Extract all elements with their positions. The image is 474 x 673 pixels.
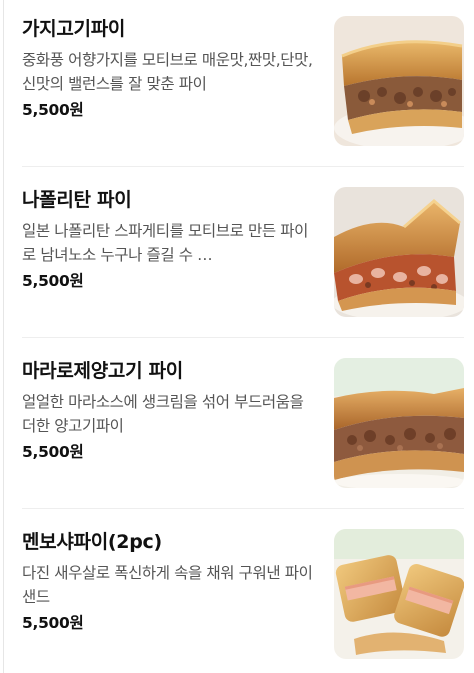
menu-item[interactable]: 가지고기파이 중화풍 어향가지를 모티브로 매운맛,짠맛,단맛,신맛의 밸런스를… — [22, 16, 474, 146]
menu-item-photo[interactable] — [334, 358, 464, 488]
menu-item-price: 5,500원 — [22, 272, 84, 290]
menu-item-info: 마라로제양고기 파이 얼얼한 마라소스에 생크림을 섞어 부드러움을 더한 양고… — [22, 358, 318, 464]
menu-item-price: 5,500원 — [22, 443, 84, 461]
menu-item-name: 멘보샤파이(2pc) — [22, 531, 162, 553]
menu-item-name: 가지고기파이 — [22, 18, 126, 40]
menu-item[interactable]: 마라로제양고기 파이 얼얼한 마라소스에 생크림을 섞어 부드러움을 더한 양고… — [22, 358, 474, 488]
item-divider — [22, 508, 464, 509]
menu-item-photo[interactable] — [334, 187, 464, 317]
menu-item[interactable]: 나폴리탄 파이 일본 나폴리탄 스파게티를 모티브로 만든 파이로 남녀노소 누… — [22, 187, 474, 317]
menu-item-description: 일본 나폴리탄 스파게티를 모티브로 만든 파이로 남녀노소 누구나 즐길 수 … — [22, 222, 308, 264]
menu-item-price: 5,500원 — [22, 614, 84, 632]
menu-item-photo[interactable] — [334, 529, 464, 659]
menu-item-description: 얼얼한 마라소스에 생크림을 섞어 부드러움을 더한 양고기파이 — [22, 393, 304, 435]
menu-item-info: 멘보샤파이(2pc) 다진 새우살로 폭신하게 속을 채워 구워낸 파이샌드 5… — [22, 529, 318, 635]
menu-item-info: 나폴리탄 파이 일본 나폴리탄 스파게티를 모티브로 만든 파이로 남녀노소 누… — [22, 187, 318, 293]
item-divider — [22, 337, 464, 338]
menu-item[interactable]: 멘보샤파이(2pc) 다진 새우살로 폭신하게 속을 채워 구워낸 파이샌드 5… — [22, 529, 474, 659]
menu-item-price: 5,500원 — [22, 101, 84, 119]
menu-item-name: 나폴리탄 파이 — [22, 189, 132, 211]
menu-item-name: 마라로제양고기 파이 — [22, 360, 183, 382]
left-border — [3, 0, 4, 673]
menu-item-info: 가지고기파이 중화풍 어향가지를 모티브로 매운맛,짠맛,단맛,신맛의 밸런스를… — [22, 16, 318, 122]
menu-item-description: 다진 새우살로 폭신하게 속을 채워 구워낸 파이샌드 — [22, 564, 313, 606]
item-divider — [22, 166, 464, 167]
menu-item-description: 중화풍 어향가지를 모티브로 매운맛,짠맛,단맛,신맛의 밸런스를 잘 맞춘 파… — [22, 51, 313, 93]
menu-item-photo[interactable] — [334, 16, 464, 146]
